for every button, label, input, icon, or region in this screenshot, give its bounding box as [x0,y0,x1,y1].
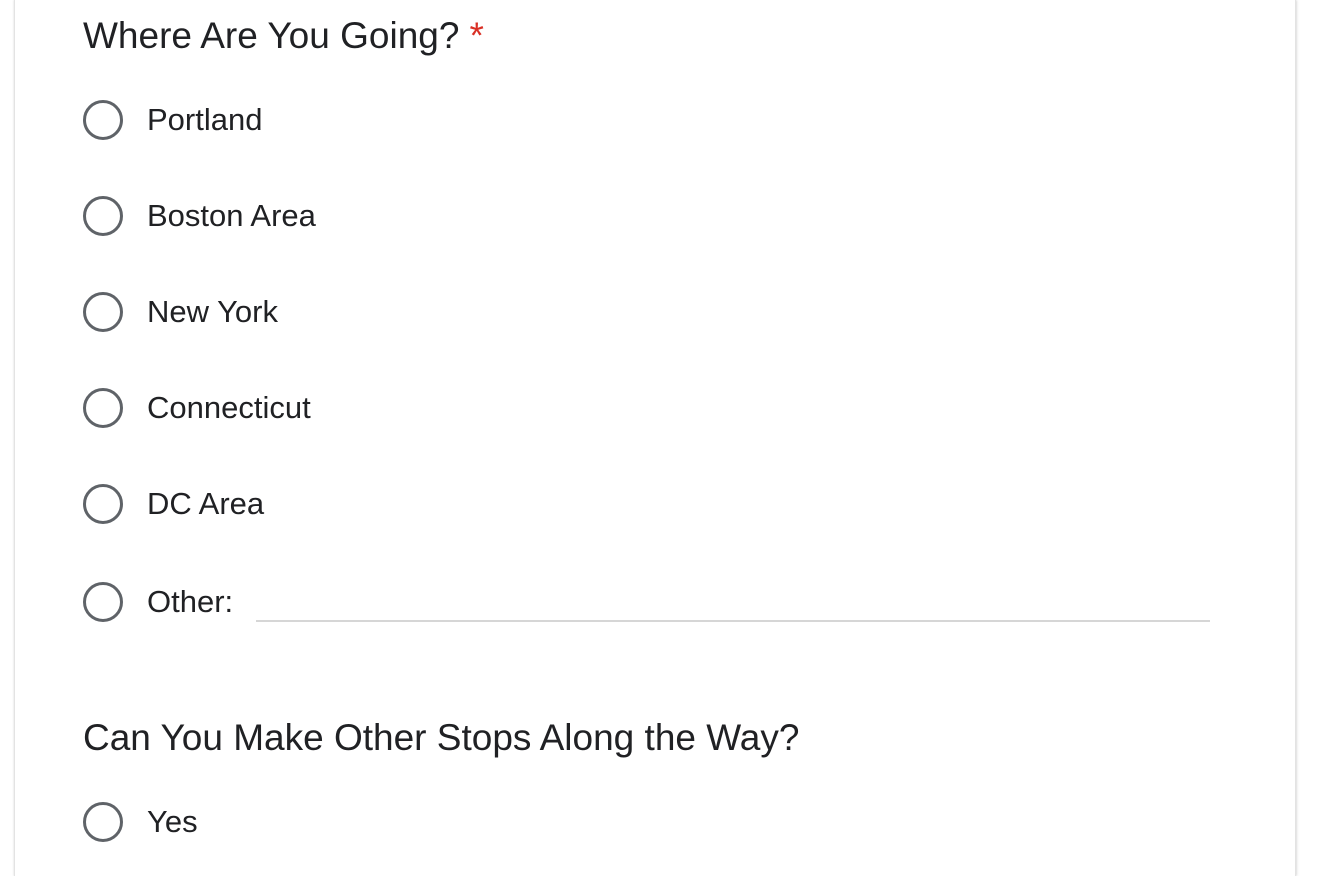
required-asterisk: * [469,15,484,56]
radio-option-yes[interactable]: Yes [83,800,198,844]
radio-button[interactable] [83,196,123,236]
radio-option-label: Portland [147,102,263,137]
radio-button[interactable] [83,802,123,842]
other-text-input[interactable] [256,580,1210,622]
radio-option-new-york[interactable]: New York [83,290,278,334]
form-card: Where Are You Going? * Portland Boston Ar… [14,0,1296,876]
radio-button[interactable] [83,292,123,332]
radio-option-dc-area[interactable]: DC Area [83,482,264,526]
radio-option-portland[interactable]: Portland [83,98,262,142]
radio-button[interactable] [83,388,123,428]
radio-option-label: New York [147,294,278,329]
radio-button[interactable] [83,100,123,140]
question-title-destination: Where Are You Going? * [83,14,484,58]
radio-button[interactable] [83,582,123,622]
radio-option-boston-area[interactable]: Boston Area [83,194,316,238]
radio-option-label: Other: [147,584,234,619]
radio-option-label: Connecticut [147,390,311,425]
radio-option-connecticut[interactable]: Connecticut [83,386,311,430]
question-title-text: Where Are You Going? [83,15,460,56]
form-page: Where Are You Going? * Portland Boston Ar… [0,0,1324,876]
radio-option-label: Boston Area [147,198,316,233]
radio-button[interactable] [83,484,123,524]
radio-option-label: DC Area [147,486,265,521]
question-title-text: Can You Make Other Stops Along the Way? [83,717,800,758]
radio-option-other[interactable]: Other: [83,580,233,624]
radio-option-label: Yes [147,804,198,839]
question-title-stops: Can You Make Other Stops Along the Way? [83,716,799,760]
